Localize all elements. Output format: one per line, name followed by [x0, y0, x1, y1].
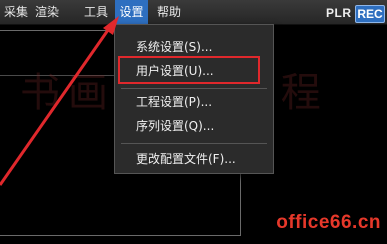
watermark-text: office66.cn — [276, 212, 381, 233]
annotation-arrow-icon — [0, 16, 119, 186]
